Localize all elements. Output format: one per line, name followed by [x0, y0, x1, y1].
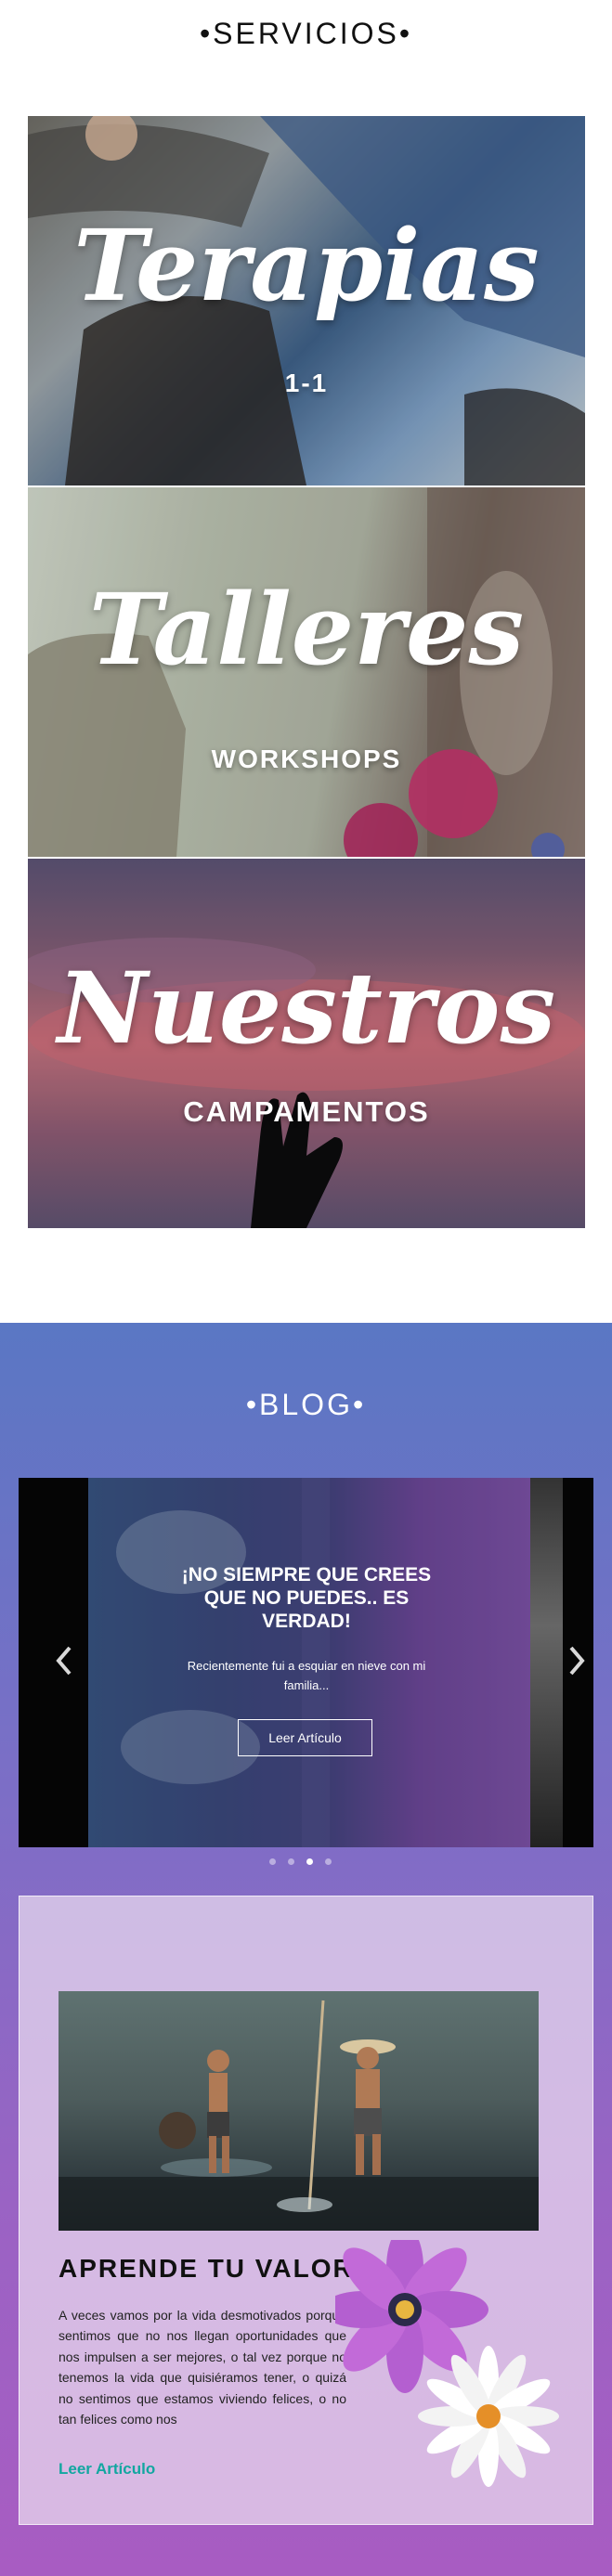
blog-section: •BLOG• ¡NO SIEMPRE QUE CREES QUE NO PUED… — [0, 1323, 612, 2576]
service-card-talleres[interactable]: Talleres WORKSHOPS — [28, 487, 585, 857]
next-slide-preview — [530, 1478, 563, 1847]
service-title-script: Talleres — [88, 571, 525, 687]
slider-dot[interactable] — [269, 1858, 276, 1865]
slide-heading: ¡NO SIEMPRE QUE CREES QUE NO PUEDES.. ES… — [181, 1564, 432, 1633]
slider-dot-active[interactable] — [306, 1858, 313, 1865]
article-image — [59, 1991, 539, 2231]
slide-read-button[interactable]: Leer Artículo — [238, 1719, 372, 1756]
chevron-right-icon[interactable] — [566, 1642, 588, 1679]
blog-title: •BLOG• — [245, 1388, 367, 1421]
article-card: APRENDE TU VALOR A veces vamos por la vi… — [19, 1896, 593, 2525]
slide-excerpt: Recientemente fui a esquiar en nieve con… — [187, 1659, 426, 1692]
service-title-script: Terapias — [73, 207, 540, 323]
service-card-terapias[interactable]: Terapias 1-1 — [28, 116, 585, 485]
chevron-left-icon[interactable] — [53, 1642, 75, 1679]
service-subtitle: CAMPAMENTOS — [183, 1095, 430, 1128]
page: •SERVICIOS• Terapias 1-1 Talleres WORKSH… — [0, 0, 612, 2576]
servicios-title: •SERVICIOS• — [199, 17, 413, 50]
blog-slider[interactable]: ¡NO SIEMPRE QUE CREES QUE NO PUEDES.. ES… — [19, 1478, 593, 1847]
service-subtitle: WORKSHOPS — [211, 744, 402, 773]
slider-dot[interactable] — [325, 1858, 332, 1865]
slider-dot[interactable] — [288, 1858, 294, 1865]
service-subtitle: 1-1 — [284, 369, 329, 397]
service-card-campamentos[interactable]: Nuestros CAMPAMENTOS — [28, 859, 585, 1228]
flower-decoration — [335, 2240, 559, 2487]
article-read-link[interactable]: Leer Artículo — [59, 2460, 155, 2479]
service-title-script: Nuestros — [57, 950, 556, 1066]
slider-dots — [269, 1858, 344, 1868]
article-title: APRENDE TU VALOR — [59, 2254, 354, 2283]
article-excerpt: A veces vamos por la vida desmotivados p… — [59, 2308, 346, 2427]
